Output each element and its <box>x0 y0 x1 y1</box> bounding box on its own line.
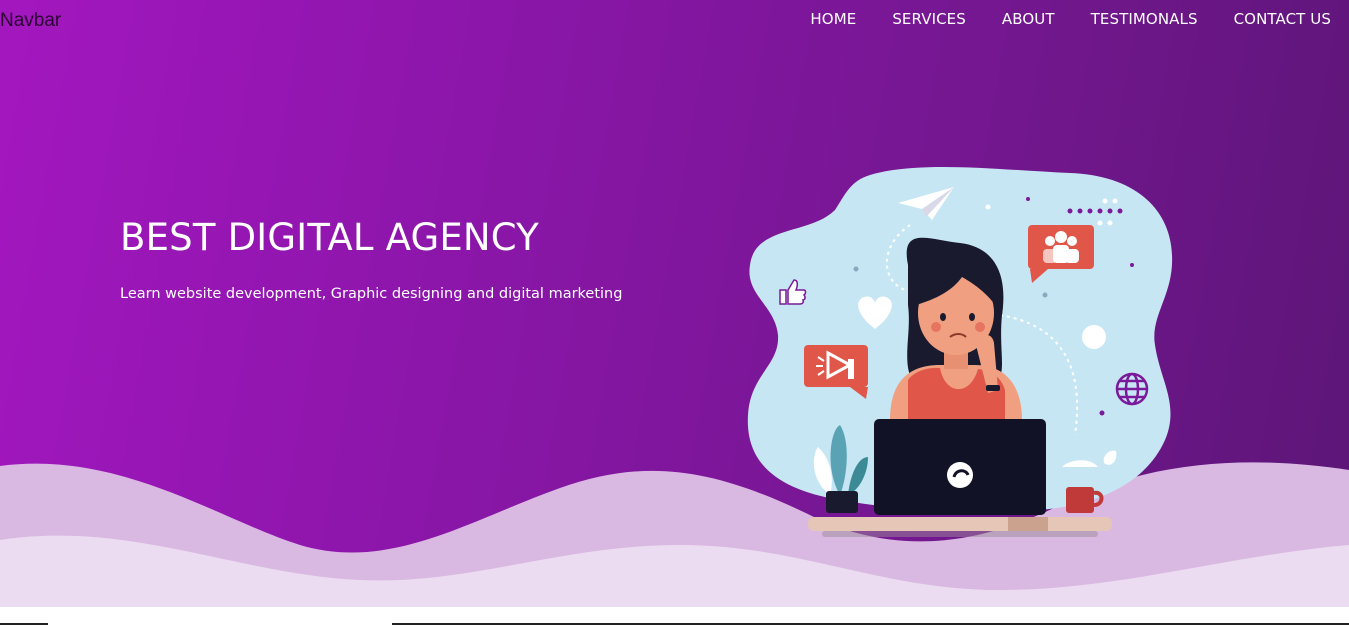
desk <box>808 517 1112 531</box>
nav-link-about[interactable]: ABOUT <box>1002 10 1055 28</box>
hero-title: BEST DIGITAL AGENCY <box>120 216 539 259</box>
navbar-brand[interactable]: Navbar <box>0 10 61 32</box>
hero-subtitle: Learn website development, Graphic desig… <box>120 286 623 302</box>
hero-illustration <box>747 166 1173 537</box>
nav-link-services[interactable]: SERVICES <box>892 10 966 28</box>
nav-link-home[interactable]: HOME <box>810 10 856 28</box>
laptop-icon <box>874 419 1046 515</box>
hero-section: Navbar HOME SERVICES ABOUT TESTIMONALS C… <box>0 0 1349 607</box>
nav-link-contact[interactable]: CONTACT US <box>1234 10 1331 28</box>
footer-divider <box>392 623 1349 625</box>
nav-link-testimonals[interactable]: TESTIMONALS <box>1091 10 1198 28</box>
main-nav: HOME SERVICES ABOUT TESTIMONALS CONTACT … <box>810 10 1331 28</box>
footer-divider <box>0 623 48 625</box>
